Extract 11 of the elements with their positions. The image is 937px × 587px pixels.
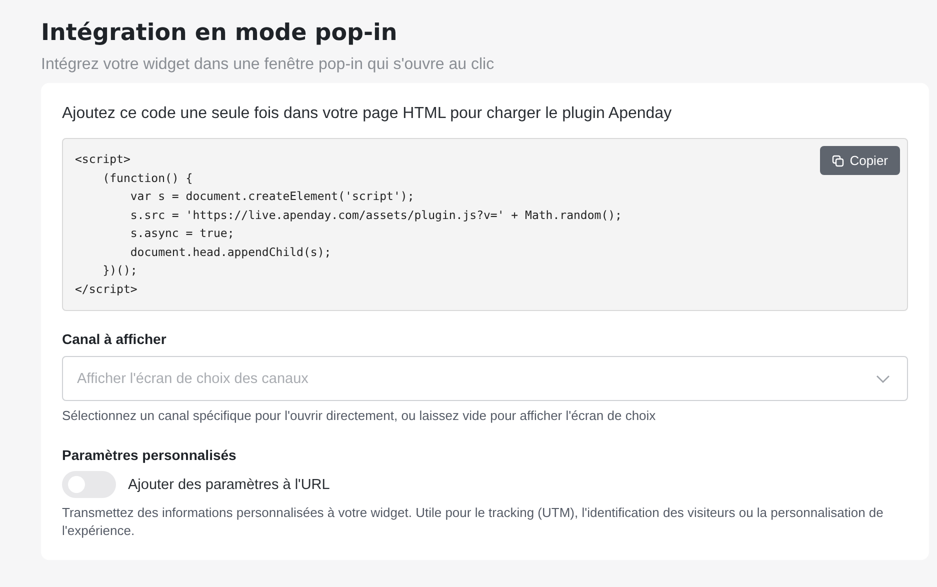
page-title: Intégration en mode pop-in <box>41 20 398 46</box>
copy-icon <box>832 154 844 166</box>
toggle-label: Ajouter des paramètres à l'URL <box>128 476 330 492</box>
instruction-text: Ajoutez ce code une seule fois dans votre page HTML pour charger le plugin Apenday <box>62 105 673 123</box>
page-subtitle: Intégrez votre widget dans une fenêtre pop-in qui s'ouvre au clic <box>41 56 496 74</box>
help-text: Sélectionnez un canal spécifique pour l'ouvrir directement, ou laissez vide pour afficher l'écran de choix <box>62 407 657 425</box>
copy-button[interactable]: Copier <box>820 146 900 175</box>
field-label: Canal à afficher <box>62 331 168 347</box>
field-label: Paramètres personnalisés <box>62 447 238 463</box>
chevron-down-icon <box>876 374 890 382</box>
help-text: Transmettez des informations personnalisées à votre widget. Utile pour le tracking (UTM), l'identification des visiteurs ou la personnalisation de l'expérience. <box>62 504 884 540</box>
